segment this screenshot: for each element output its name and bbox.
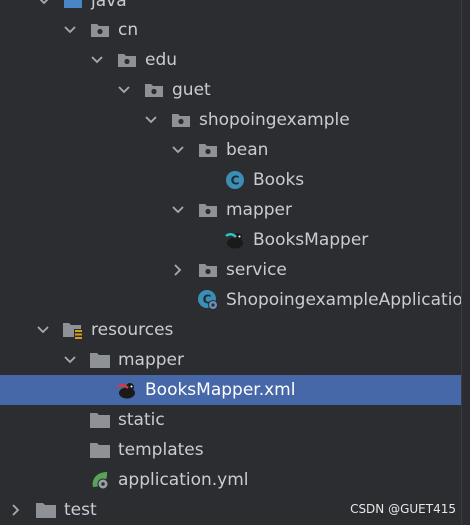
tree-label: edu — [145, 50, 178, 70]
tree-row-java[interactable]: java — [0, 0, 462, 16]
tree-row-mapper-package[interactable]: mapper — [0, 195, 462, 225]
tree-label: BooksMapper.xml — [145, 380, 296, 400]
tree-label: static — [118, 410, 165, 430]
tree-row-bean[interactable]: bean — [0, 135, 462, 165]
tree-label: resources — [91, 320, 174, 340]
tree-row-application-class[interactable]: C ShopoingexampleApplication — [0, 285, 470, 315]
package-icon — [143, 80, 165, 100]
mybatis-xml-icon — [116, 380, 138, 400]
folder-icon — [89, 440, 111, 460]
mybatis-bird-icon — [224, 230, 246, 250]
class-icon: C — [224, 170, 246, 190]
folder-icon — [89, 350, 111, 370]
tree-row-resources[interactable]: resources — [0, 315, 462, 345]
chevron-down-icon[interactable] — [34, 0, 54, 16]
tree-row-booksmapper[interactable]: BooksMapper — [0, 225, 462, 255]
tree-label: Books — [253, 170, 305, 190]
spring-boot-class-icon: C — [197, 290, 219, 310]
tree-label: service — [226, 260, 287, 280]
resources-folder-icon — [62, 320, 84, 340]
project-tree: java cn edu guet shopoingexample bean C … — [0, 0, 470, 525]
chevron-down-icon[interactable] — [141, 105, 161, 135]
tree-label: templates — [118, 440, 204, 460]
package-icon — [197, 260, 219, 280]
package-icon — [116, 50, 138, 70]
spring-config-icon — [89, 470, 111, 490]
tree-row-resources-mapper[interactable]: mapper — [0, 345, 462, 375]
package-icon — [197, 200, 219, 220]
package-icon — [89, 20, 111, 40]
vertical-scrollbar[interactable] — [461, 0, 470, 525]
chevron-down-icon[interactable] — [60, 345, 80, 375]
watermark-text: CSDN @GUET415 — [350, 502, 456, 516]
source-folder-icon — [62, 0, 84, 11]
tree-label: java — [91, 0, 127, 11]
chevron-right-icon[interactable] — [6, 495, 26, 525]
tree-label: BooksMapper — [253, 230, 369, 250]
package-icon — [197, 140, 219, 160]
tree-label: mapper — [226, 200, 293, 220]
folder-icon — [35, 500, 57, 520]
package-icon — [170, 110, 192, 130]
tree-row-static[interactable]: static — [0, 405, 462, 435]
tree-label: shopoingexample — [199, 110, 350, 130]
tree-label: guet — [172, 80, 211, 100]
tree-row-cn[interactable]: cn — [0, 15, 462, 45]
svg-text:C: C — [231, 174, 240, 188]
tree-label: ShopoingexampleApplication — [226, 290, 470, 310]
tree-label: application.yml — [118, 470, 249, 490]
folder-icon — [89, 410, 111, 430]
tree-row-application-yml[interactable]: application.yml — [0, 465, 462, 495]
tree-row-booksmapper-xml[interactable]: BooksMapper.xml — [0, 375, 462, 405]
chevron-down-icon[interactable] — [168, 195, 188, 225]
tree-label: cn — [118, 20, 139, 40]
tree-row-books[interactable]: C Books — [0, 165, 462, 195]
tree-row-templates[interactable]: templates — [0, 435, 462, 465]
tree-row-edu[interactable]: edu — [0, 45, 462, 75]
chevron-right-icon[interactable] — [168, 255, 188, 285]
tree-label: mapper — [118, 350, 185, 370]
tree-label: bean — [226, 140, 269, 160]
tree-row-service[interactable]: service — [0, 255, 462, 285]
chevron-down-icon[interactable] — [33, 315, 53, 345]
chevron-down-icon[interactable] — [114, 75, 134, 105]
tree-row-shopoingexample[interactable]: shopoingexample — [0, 105, 462, 135]
tree-label: test — [64, 500, 97, 520]
chevron-down-icon[interactable] — [60, 15, 80, 45]
tree-row-guet[interactable]: guet — [0, 75, 462, 105]
chevron-down-icon[interactable] — [168, 135, 188, 165]
chevron-down-icon[interactable] — [87, 45, 107, 75]
